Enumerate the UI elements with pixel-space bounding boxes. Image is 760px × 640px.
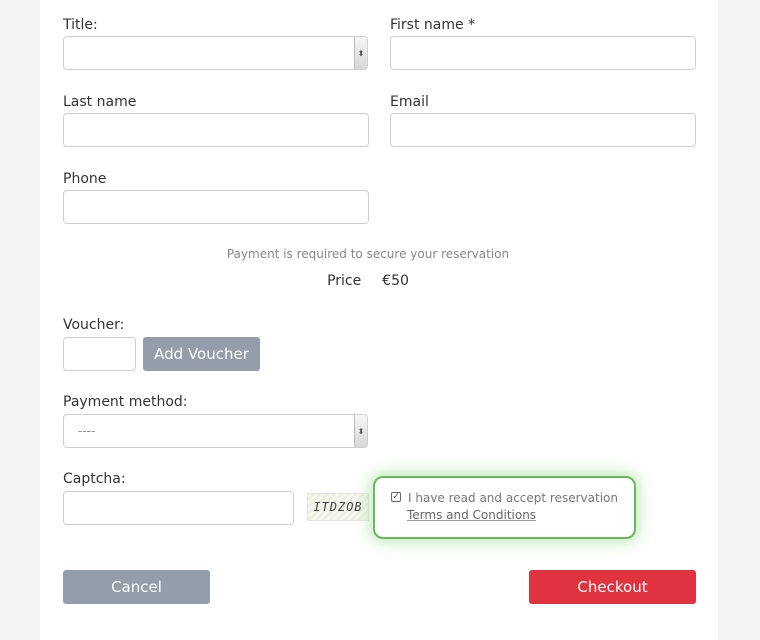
payment-method-select[interactable]: ---- ⬍ [63, 414, 368, 448]
captcha-input[interactable] [63, 491, 294, 525]
chevron-updown-icon: ⬍ [354, 415, 367, 447]
price-value: €50 [382, 273, 409, 289]
last-name-label: Last name [63, 94, 137, 110]
voucher-label: Voucher: [63, 317, 125, 333]
voucher-input[interactable] [63, 337, 136, 371]
captcha-label: Captcha: [63, 471, 126, 487]
phone-label: Phone [63, 171, 107, 187]
captcha-image: ITDZOB [307, 493, 369, 521]
email-input[interactable] [390, 113, 696, 147]
title-select[interactable]: ⬍ [63, 36, 368, 70]
payment-method-label: Payment method: [63, 394, 188, 410]
add-voucher-button[interactable]: Add Voucher [143, 337, 260, 371]
cancel-button[interactable]: Cancel [63, 570, 210, 604]
first-name-input[interactable] [390, 36, 696, 70]
price-label: Price [327, 273, 362, 289]
email-label: Email [390, 94, 429, 110]
chevron-updown-icon: ⬍ [354, 37, 367, 69]
terms-highlight-box: ✓ I have read and accept reservation Ter… [373, 476, 636, 539]
checkbox-checked-icon[interactable]: ✓ [391, 492, 401, 502]
payment-note: Payment is required to secure your reser… [226, 247, 510, 261]
terms-text: I have read and accept reservation [408, 491, 618, 505]
reservation-form-card: Title: ⬍ First name * Last name Email Ph… [40, 0, 718, 640]
last-name-input[interactable] [63, 113, 369, 147]
phone-input[interactable] [63, 190, 369, 224]
checkout-button[interactable]: Checkout [529, 570, 696, 604]
terms-and-conditions-link[interactable]: Terms and Conditions [407, 507, 536, 524]
first-name-label: First name * [390, 17, 476, 33]
payment-method-value: ---- [78, 424, 96, 438]
price-row: Price €50 [29, 273, 707, 289]
title-label: Title: [63, 17, 98, 33]
